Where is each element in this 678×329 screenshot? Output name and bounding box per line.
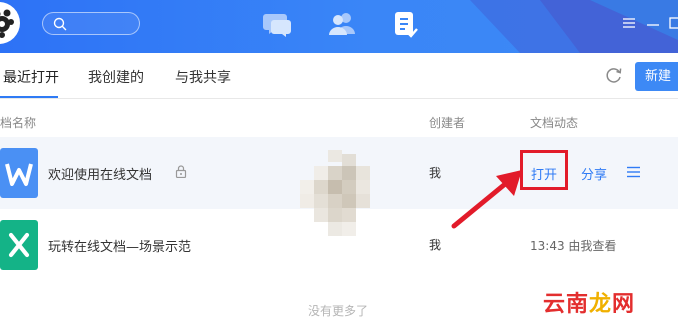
tab-recent[interactable]: 最近打开 (3, 67, 59, 87)
doc-title[interactable]: 欢迎使用在线文档 (48, 164, 152, 183)
column-header-name[interactable]: 档名称 (0, 114, 36, 131)
tab-shared-with-me[interactable]: 与我共享 (175, 67, 231, 87)
open-button[interactable]: 打开 (531, 164, 557, 183)
creator: 我 (429, 166, 442, 180)
watermark-logo: 云南龙网 (543, 291, 636, 317)
column-header-creator: 创建者 (429, 116, 466, 130)
end-of-list-text: 没有更多了 (308, 304, 369, 318)
creator: 我 (429, 238, 442, 252)
blurred-region (300, 150, 370, 236)
search-input[interactable] (42, 12, 140, 35)
maximize-icon[interactable] (668, 15, 678, 31)
annotation-arrow (451, 170, 522, 229)
lock-icon (175, 165, 187, 178)
tab-created-by-me[interactable]: 我创建的 (88, 67, 144, 87)
window-menu-icon[interactable] (621, 15, 637, 31)
minimize-icon[interactable] (645, 15, 661, 31)
excel-doc-icon (0, 220, 38, 270)
share-button[interactable]: 分享 (581, 164, 607, 183)
doc-title[interactable]: 玩转在线文档—场景示范 (48, 236, 191, 255)
more-menu-icon[interactable] (627, 166, 640, 178)
search-icon (53, 17, 67, 31)
activity-status: 13:43 由我查看 (530, 239, 617, 253)
column-header-activity: 文档动态 (530, 116, 579, 130)
title-bar (0, 0, 678, 53)
tab-bar: 最近打开 我创建的 与我共享 新建 (0, 53, 678, 99)
new-button[interactable]: 新建 (635, 62, 678, 91)
documents-icon[interactable] (391, 10, 423, 38)
chat-icon[interactable] (262, 10, 294, 38)
refresh-icon[interactable] (604, 65, 624, 85)
word-doc-icon (0, 148, 38, 198)
contacts-icon[interactable] (327, 10, 359, 38)
active-tab-indicator (0, 96, 58, 98)
